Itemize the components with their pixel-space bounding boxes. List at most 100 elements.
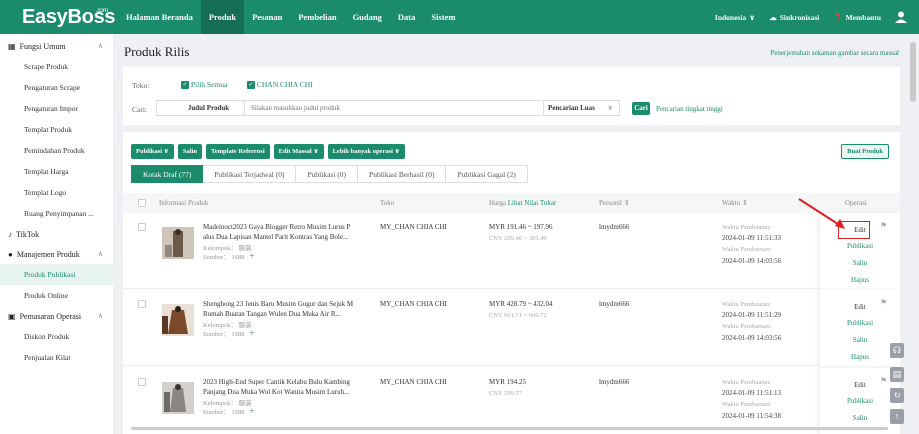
horizontal-scrollbar[interactable]: [131, 427, 888, 430]
action-toolbar: Publikasi ∨ Salin Template Referensi Edi…: [131, 144, 405, 159]
search-field-select[interactable]: Judul Produk: [157, 101, 245, 115]
tab-publishing[interactable]: Publikasi (0): [296, 165, 359, 183]
nav-warehouse[interactable]: Gudang: [345, 0, 390, 34]
tab-scheduled[interactable]: Publikasi Terjadwal (0): [203, 165, 297, 183]
headset-icon[interactable]: ☊: [890, 343, 904, 358]
delete-button[interactable]: Hapus: [830, 276, 890, 284]
publish-dropdown-button[interactable]: Publikasi ∨: [131, 144, 174, 159]
copy-row-button[interactable]: Salin: [830, 259, 890, 267]
product-title[interactable]: Shenghong 23 Jenis Baru Musim Gugur dan …: [203, 300, 363, 319]
select-all-checkbox[interactable]: ✓ Pilih Semua: [181, 80, 227, 90]
tab-drafts[interactable]: Kotak Draf (77): [131, 165, 204, 183]
header-person[interactable]: Personil ⇕: [599, 199, 630, 207]
back-to-top-icon[interactable]: ↑: [890, 409, 904, 424]
sidebar-item-online-products[interactable]: Produk Online: [0, 285, 113, 306]
price-myr: MYR 191.46 ~ 197.96: [489, 223, 553, 231]
plus-icon[interactable]: +: [249, 406, 254, 416]
product-title[interactable]: Madeinoct2023 Gaya Blogger Retro Musim L…: [203, 223, 363, 242]
product-source: Sumber： 1688 +: [203, 406, 255, 416]
product-thumbnail[interactable]: [162, 304, 194, 336]
header-time[interactable]: Waktu ⇕: [722, 199, 748, 207]
sidebar-item-logo-template[interactable]: Templat Logo: [0, 182, 113, 203]
price-myr: MYR 194.25: [489, 378, 526, 386]
exchange-rate-link[interactable]: Lihat Nilai Tukar: [508, 199, 557, 207]
search-mode-select[interactable]: Pencarian Luas ∨: [543, 101, 621, 115]
publish-button[interactable]: Publikasi: [830, 242, 890, 250]
plus-icon[interactable]: +: [249, 328, 254, 338]
row-checkbox[interactable]: [138, 300, 146, 308]
copy-button[interactable]: Salin: [177, 144, 203, 159]
sidebar-group-tiktok[interactable]: ♪ TikTok: [0, 224, 113, 244]
feedback-icon[interactable]: ▤: [890, 367, 904, 382]
plus-icon[interactable]: +: [249, 251, 254, 261]
select-all-rows-checkbox[interactable]: [138, 199, 146, 207]
updated-label: Waktu Pembaruan:: [722, 246, 772, 253]
country-selector[interactable]: Indonesia ∨: [715, 13, 755, 22]
sidebar-item-product-template[interactable]: Templat Produk: [0, 119, 113, 140]
sidebar-group-marketing[interactable]: ▣ Pemasaran Operasi ∧: [0, 306, 113, 326]
help-button[interactable]: ❓ Membantu: [833, 13, 881, 22]
flag-icon[interactable]: ⚑: [880, 376, 887, 385]
nav-system[interactable]: Sistem: [423, 0, 463, 34]
publish-button[interactable]: Publikasi: [830, 397, 890, 405]
cloud-icon: ☁: [769, 12, 777, 22]
tab-published-failed[interactable]: Publikasi Gagal (2): [446, 165, 528, 183]
updated-time: 2024-01-09 14:03:56: [722, 334, 782, 342]
sidebar-item-import-settings[interactable]: Pengaturan Impor: [0, 98, 113, 119]
delete-button[interactable]: Hapus: [830, 353, 890, 361]
nav-purchasing[interactable]: Pembelian: [290, 0, 344, 34]
page-scrollbar-thumb[interactable]: [910, 42, 916, 102]
product-thumbnail[interactable]: [162, 382, 194, 414]
more-actions-button[interactable]: Lebih banyak operasi ∨: [327, 144, 405, 159]
person: lmydm666: [599, 378, 630, 386]
sync-button[interactable]: ☁ Sinkronisasi: [769, 13, 819, 22]
table-row: 2023 High-End Super Cantik Kelabu Bulu K…: [123, 368, 900, 434]
bulk-edit-button[interactable]: Edit Massal ∨: [273, 144, 324, 159]
price-cny: CNY 295.46 ~ 305.49: [489, 235, 547, 242]
tiktok-icon: ♪: [8, 229, 12, 239]
user-avatar-icon[interactable]: [895, 11, 907, 23]
sidebar-item-storage[interactable]: Ruang Penyimpanan ...: [0, 203, 113, 224]
flag-icon[interactable]: ⚑: [880, 298, 887, 307]
publish-button[interactable]: Publikasi: [830, 319, 890, 327]
chevron-down-icon: ∨: [607, 104, 613, 112]
product-list-panel: Publikasi ∨ Salin Template Referensi Edi…: [123, 132, 900, 434]
row-checkbox[interactable]: [138, 378, 146, 386]
sidebar-item-scrape-product[interactable]: Scrape Produk: [0, 56, 113, 77]
sidebar-item-product-transfer[interactable]: Pemindahan Produk: [0, 140, 113, 161]
nav-home[interactable]: Halaman Beranda: [118, 0, 201, 34]
store-checkbox[interactable]: ✓ CHAN CHIA CHI: [247, 80, 313, 90]
sidebar-item-flash-sale[interactable]: Penjualan Kilat: [0, 347, 113, 368]
nav-orders[interactable]: Pesanan: [244, 0, 290, 34]
search-input[interactable]: [245, 101, 435, 115]
reference-template-button[interactable]: Template Referensi: [206, 144, 270, 159]
sidebar-item-scrape-settings[interactable]: Pengaturan Scrape: [0, 77, 113, 98]
search-button[interactable]: Cari: [632, 102, 650, 115]
nav-products[interactable]: Produk: [200, 0, 245, 34]
copy-row-button[interactable]: Salin: [830, 336, 890, 344]
sidebar-group-product-management[interactable]: ● Manajemen Produk ∧: [0, 244, 113, 264]
operations-cell: Edit ⚑ Publikasi Salin Hapus: [820, 290, 900, 366]
sidebar-item-price-template[interactable]: Templat Harga: [0, 161, 113, 182]
flag-icon[interactable]: ⚑: [880, 221, 887, 230]
create-product-button[interactable]: Buat Produk: [841, 144, 889, 159]
sidebar-group-common[interactable]: ▦ Fungsi Umum ∧: [0, 36, 113, 56]
nav-data[interactable]: Data: [390, 0, 423, 34]
refresh-icon[interactable]: ↻: [890, 388, 904, 403]
created-label: Waktu Pembuatan:: [722, 224, 772, 231]
bulk-image-translate-link[interactable]: Penerjemahan sekaman gambar secara massa…: [770, 49, 899, 57]
product-title[interactable]: 2023 High-End Super Cantik Kelabu Bulu K…: [203, 378, 363, 397]
advanced-search-link[interactable]: Pencarian tingkat tinggi: [656, 105, 723, 113]
created-time: 2024-01-09 11:51:29: [722, 311, 782, 319]
status-tabs: Kotak Draf (77) Publikasi Terjadwal (0) …: [131, 165, 528, 183]
row-checkbox[interactable]: [138, 223, 146, 231]
copy-row-button[interactable]: Salin: [830, 414, 890, 422]
tab-published-success[interactable]: Publikasi Berhasil (0): [358, 165, 447, 183]
help-icon: ❓: [833, 12, 843, 22]
annotation-arrow-icon: [798, 198, 845, 229]
page-scrollbar[interactable]: [907, 34, 919, 434]
easyboss-logo[interactable]: EasyBoss .com: [0, 6, 118, 29]
sidebar-item-published-products[interactable]: Produk Publikasi: [0, 264, 113, 285]
sidebar-item-product-discount[interactable]: Diskon Produk: [0, 326, 113, 347]
product-thumbnail[interactable]: [162, 227, 194, 259]
